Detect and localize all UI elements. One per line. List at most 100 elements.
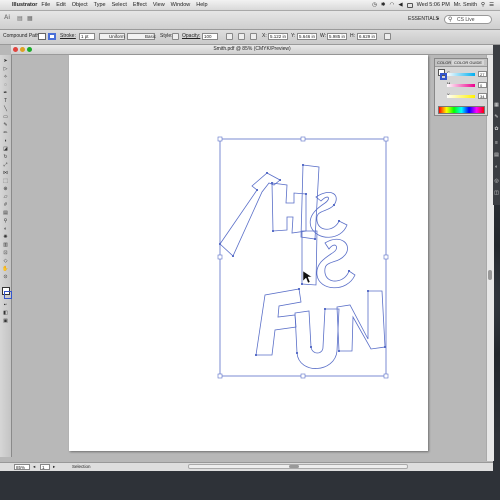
blend-tool-icon[interactable]: ◐ bbox=[2, 227, 9, 232]
graphic-style-swatch[interactable] bbox=[172, 33, 179, 40]
tab-color[interactable]: COLOR bbox=[437, 60, 451, 65]
wifi-icon[interactable]: ◠ bbox=[390, 2, 395, 8]
menu-effect[interactable]: Effect bbox=[133, 2, 147, 8]
menu-view[interactable]: View bbox=[153, 2, 165, 8]
menu-select[interactable]: Select bbox=[112, 2, 127, 8]
cs-live-search[interactable]: ⚲ CS Live bbox=[444, 15, 492, 24]
bridge-icon[interactable]: ▤ bbox=[17, 15, 23, 22]
channel-m-slider[interactable] bbox=[447, 84, 475, 87]
user-menu[interactable]: Mr. Smith bbox=[454, 2, 477, 8]
app-menu[interactable]: Illustrator bbox=[12, 2, 37, 8]
first-artboard-icon[interactable]: ◂ bbox=[33, 464, 35, 470]
horizontal-scrollbar[interactable] bbox=[188, 464, 408, 469]
spotlight-icon[interactable]: ⚲ bbox=[481, 2, 485, 8]
pen-tool-icon[interactable]: ✒ bbox=[2, 91, 9, 96]
layers-panel-icon[interactable]: ◫ bbox=[494, 191, 499, 196]
slice-tool-icon[interactable]: ◇ bbox=[2, 259, 9, 264]
transparency-panel-icon[interactable]: ◐ bbox=[494, 165, 499, 170]
clock[interactable]: Wed 5:06 PM bbox=[417, 2, 450, 8]
stroke-label[interactable]: Stroke: bbox=[60, 33, 76, 39]
shape-builder-tool-icon[interactable]: ⊕ bbox=[2, 187, 9, 192]
y-field[interactable]: 5.646 in bbox=[297, 33, 317, 40]
perspective-grid-tool-icon[interactable]: ▱ bbox=[2, 195, 9, 200]
channel-y-value[interactable]: 34 bbox=[478, 93, 487, 99]
stroke-swatch[interactable] bbox=[48, 33, 56, 40]
zoom-tool-icon[interactable]: ⊙ bbox=[2, 275, 9, 280]
menu-help[interactable]: Help bbox=[196, 2, 207, 8]
menu-edit[interactable]: Edit bbox=[56, 2, 65, 8]
paintbrush-tool-icon[interactable]: ✎ bbox=[2, 123, 9, 128]
channel-m-value[interactable]: 0 bbox=[478, 82, 487, 88]
magic-wand-tool-icon[interactable]: ✧ bbox=[2, 75, 9, 80]
screen-mode-icon[interactable]: ▣ bbox=[2, 319, 9, 324]
rotate-tool-icon[interactable]: ↻ bbox=[2, 155, 9, 160]
notification-center-icon[interactable]: ☰ bbox=[489, 2, 494, 8]
blob-brush-tool-icon[interactable]: ◖ bbox=[2, 139, 9, 144]
gradient-tool-icon[interactable]: ▤ bbox=[2, 211, 9, 216]
channel-y-slider[interactable] bbox=[447, 95, 475, 98]
artboard-number-field[interactable]: 1 bbox=[40, 464, 50, 470]
pencil-tool-icon[interactable]: ✏ bbox=[2, 131, 9, 136]
stroke-weight-field[interactable]: 1 pt bbox=[79, 33, 95, 40]
w-field[interactable]: 5.985 in bbox=[327, 33, 347, 40]
zoom-level-field[interactable]: 85% bbox=[14, 464, 30, 470]
opacity-field[interactable]: 100 bbox=[202, 33, 218, 40]
brushes-panel-icon[interactable]: ✎ bbox=[494, 115, 499, 120]
arrange-documents-icon[interactable]: ▦ bbox=[27, 15, 33, 22]
symbols-panel-icon[interactable]: ✿ bbox=[494, 127, 499, 132]
workspace-switcher[interactable]: ESSENTIALS bbox=[408, 16, 439, 22]
stroke-panel-icon[interactable]: ≡ bbox=[494, 141, 499, 146]
isolate-icon[interactable] bbox=[384, 33, 391, 40]
workspace-dropdown-icon[interactable]: ▼ bbox=[436, 16, 440, 21]
vertical-scrollbar-thumb[interactable] bbox=[488, 270, 492, 280]
type-tool-icon[interactable]: T bbox=[2, 99, 9, 104]
appearance-panel-icon[interactable]: ◎ bbox=[494, 179, 499, 184]
graph-tool-icon[interactable]: ▥ bbox=[2, 243, 9, 248]
document-title[interactable]: Smith.pdf @ 85% (CMYK/Preview) bbox=[213, 45, 290, 54]
free-transform-tool-icon[interactable]: ⬚ bbox=[2, 179, 9, 184]
color-spectrum-ramp[interactable] bbox=[438, 106, 485, 114]
eyedropper-tool-icon[interactable]: ⚲ bbox=[2, 219, 9, 224]
next-artboard-icon[interactable]: ▸ bbox=[53, 464, 55, 470]
artboard[interactable] bbox=[69, 55, 428, 451]
menu-type[interactable]: Type bbox=[94, 2, 106, 8]
line-tool-icon[interactable]: ╲ bbox=[2, 107, 9, 112]
menu-window[interactable]: Window bbox=[171, 2, 191, 8]
lasso-tool-icon[interactable]: ◌ bbox=[2, 83, 9, 88]
eraser-tool-icon[interactable]: ◪ bbox=[2, 147, 9, 152]
channel-c-slider[interactable] bbox=[447, 73, 475, 76]
time-machine-icon[interactable]: ◷ bbox=[372, 2, 377, 8]
hand-tool-icon[interactable]: ✋ bbox=[2, 267, 9, 272]
opacity-label[interactable]: Opacity: bbox=[182, 33, 200, 39]
panel-stroke-swatch[interactable] bbox=[440, 73, 447, 80]
recolor-artwork-icon[interactable] bbox=[226, 33, 233, 40]
transform-icon[interactable] bbox=[250, 33, 257, 40]
selection-tool-icon[interactable]: ➤ bbox=[2, 59, 9, 64]
artwork-this-is-fun[interactable] bbox=[69, 55, 428, 451]
bluetooth-icon[interactable]: ✱ bbox=[381, 2, 386, 8]
symbol-sprayer-tool-icon[interactable]: ✺ bbox=[2, 235, 9, 240]
channel-c-value[interactable]: 27 bbox=[478, 71, 487, 77]
width-tool-icon[interactable]: ⋈ bbox=[2, 171, 9, 176]
current-tool-readout[interactable]: Selection bbox=[72, 464, 91, 470]
drawing-modes-icon[interactable]: ◧ bbox=[2, 311, 9, 316]
zoom-window-button[interactable] bbox=[27, 47, 32, 52]
variable-width-profile[interactable]: Uniform bbox=[99, 33, 125, 40]
direct-selection-tool-icon[interactable]: ▷ bbox=[2, 67, 9, 72]
swatches-panel-icon[interactable]: ▦ bbox=[494, 103, 499, 108]
fill-swatch[interactable] bbox=[38, 33, 46, 40]
color-mode-icons[interactable]: ▪▫ bbox=[2, 303, 9, 308]
align-icon[interactable] bbox=[238, 33, 245, 40]
menu-object[interactable]: Object bbox=[72, 2, 88, 8]
scale-tool-icon[interactable]: ⤢ bbox=[2, 163, 9, 168]
close-window-button[interactable] bbox=[13, 47, 18, 52]
rectangle-tool-icon[interactable]: ▭ bbox=[2, 115, 9, 120]
h-field[interactable]: 6.629 in bbox=[357, 33, 377, 40]
x-field[interactable]: 5.122 in bbox=[268, 33, 288, 40]
volume-icon[interactable]: ◀ bbox=[398, 2, 402, 8]
stroke-color-icon[interactable] bbox=[4, 291, 12, 299]
battery-icon[interactable] bbox=[406, 2, 413, 8]
mesh-tool-icon[interactable]: # bbox=[2, 203, 9, 208]
menu-file[interactable]: File bbox=[41, 2, 50, 8]
tab-color-guide[interactable]: COLOR GUIDE bbox=[452, 60, 485, 65]
